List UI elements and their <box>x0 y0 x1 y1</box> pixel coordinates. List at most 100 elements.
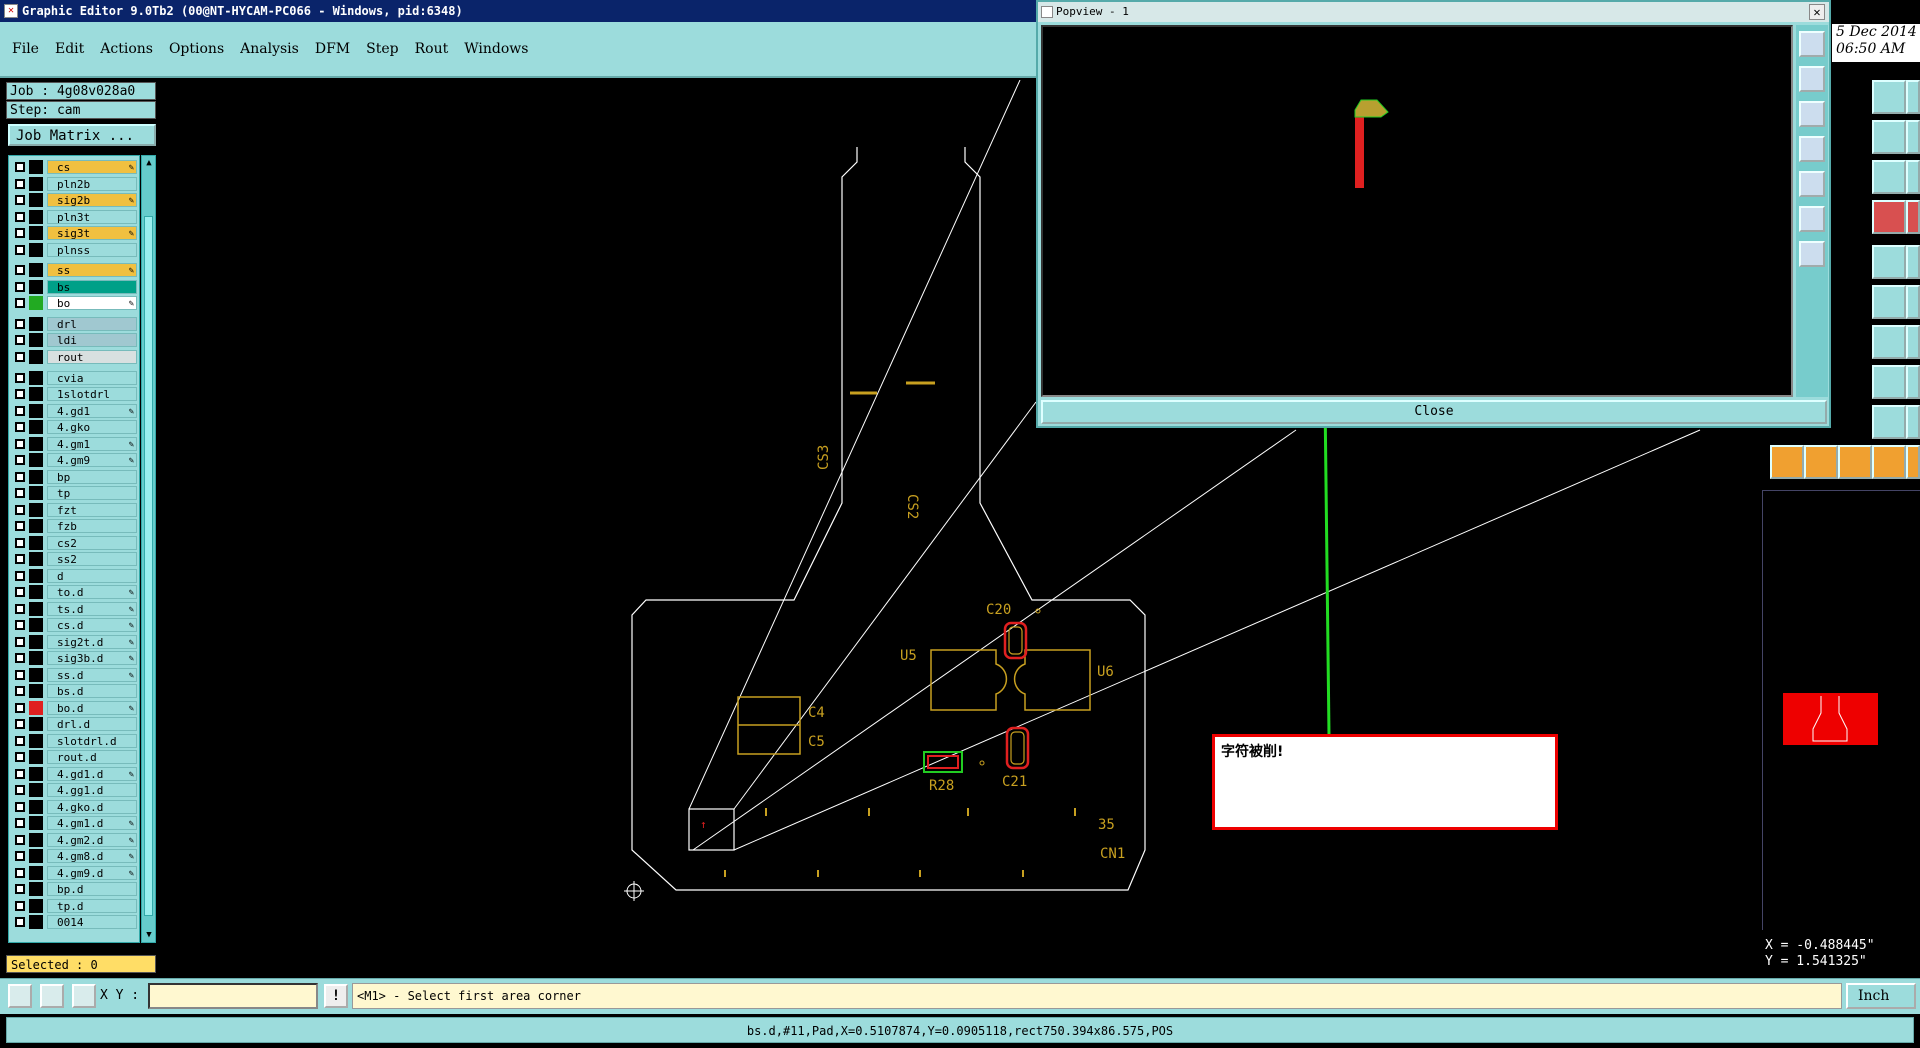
scroll-down-icon[interactable]: ▼ <box>144 930 154 940</box>
menu-file[interactable]: File <box>12 41 39 57</box>
layer-checkbox[interactable] <box>15 653 25 664</box>
layer-color-swatch[interactable] <box>29 387 43 402</box>
layer-list-scrollbar[interactable]: ▲ ▼ <box>141 155 156 943</box>
popview-tool-1-icon[interactable] <box>1799 31 1825 57</box>
layer-checkbox[interactable] <box>15 719 25 730</box>
layer-color-swatch[interactable] <box>29 865 43 880</box>
toolbar-tool-4-icon[interactable] <box>1906 120 1920 154</box>
layer-name[interactable]: sig2t.d ✎ <box>47 634 137 649</box>
layer-row[interactable]: drl <box>11 316 139 331</box>
layer-checkbox[interactable] <box>15 702 25 713</box>
toolbar-tool-10-icon[interactable] <box>1906 245 1920 279</box>
layer-color-swatch[interactable] <box>29 882 43 897</box>
layer-color-swatch[interactable] <box>29 849 43 864</box>
layer-checkbox[interactable] <box>15 620 25 631</box>
layer-color-swatch[interactable] <box>29 799 43 814</box>
layer-checkbox[interactable] <box>15 570 25 581</box>
popview-tool-2-icon[interactable] <box>1799 66 1825 92</box>
layer-row[interactable]: drl.d <box>11 717 139 732</box>
layer-row[interactable]: ss ✎ <box>11 263 139 278</box>
layer-name[interactable]: pln2b <box>47 176 137 191</box>
layer-checkbox[interactable] <box>15 917 25 928</box>
layer-name[interactable]: drl.d <box>47 717 137 732</box>
layer-color-swatch[interactable] <box>29 667 43 682</box>
layer-row[interactable]: 4.gd1 ✎ <box>11 403 139 418</box>
layer-color-swatch[interactable] <box>29 568 43 583</box>
layer-name[interactable]: sig3t ✎ <box>47 226 137 240</box>
layer-name[interactable]: ss ✎ <box>47 263 137 278</box>
layer-row[interactable]: cs ✎ <box>11 160 139 174</box>
layer-name[interactable]: tp.d <box>47 898 137 913</box>
toolbar-tool-23-icon[interactable] <box>1906 445 1920 479</box>
layer-row[interactable]: fzt <box>11 502 139 517</box>
layer-name[interactable]: 4.gm9 ✎ <box>47 453 137 468</box>
layer-checkbox[interactable] <box>15 884 25 895</box>
measure-tool-icon[interactable] <box>40 984 64 1008</box>
layer-name[interactable]: bp.d <box>47 882 137 897</box>
layer-row[interactable]: 4.gm9 ✎ <box>11 453 139 468</box>
layer-name[interactable]: drl <box>47 316 137 331</box>
toolbar-tool-21-icon[interactable] <box>1838 445 1872 479</box>
layer-color-swatch[interactable] <box>29 226 43 240</box>
layer-row[interactable]: fzb <box>11 519 139 534</box>
layer-color-swatch[interactable] <box>29 403 43 418</box>
layer-name[interactable]: tp <box>47 486 137 501</box>
layer-color-swatch[interactable] <box>29 176 43 191</box>
menu-actions[interactable]: Actions <box>100 41 153 57</box>
scroll-up-icon[interactable]: ▲ <box>144 158 154 168</box>
toolbar-tool-6-icon[interactable] <box>1906 160 1920 194</box>
layer-row[interactable]: tp <box>11 486 139 501</box>
layer-row[interactable]: pln2b <box>11 176 139 191</box>
layer-name[interactable]: ts.d ✎ <box>47 601 137 616</box>
popview-close-button[interactable]: Close <box>1041 400 1827 424</box>
layer-checkbox[interactable] <box>15 587 25 598</box>
toolbar-tool-3-icon[interactable] <box>1872 120 1906 154</box>
toolbar-tool-9-icon[interactable] <box>1872 245 1906 279</box>
layer-row[interactable]: 1slotdrl <box>11 387 139 402</box>
layer-color-swatch[interactable] <box>29 634 43 649</box>
layer-checkbox[interactable] <box>15 851 25 862</box>
layer-checkbox[interactable] <box>15 228 25 238</box>
layer-color-swatch[interactable] <box>29 700 43 715</box>
toolbar-tool-18-icon[interactable] <box>1906 405 1920 439</box>
layer-name[interactable]: bp <box>47 469 137 484</box>
layer-row[interactable]: sig2t.d ✎ <box>11 634 139 649</box>
layer-name[interactable]: rout <box>47 349 137 364</box>
layer-checkbox[interactable] <box>15 686 25 697</box>
layer-row[interactable]: pln3t <box>11 209 139 224</box>
layer-checkbox[interactable] <box>15 785 25 796</box>
layer-color-swatch[interactable] <box>29 552 43 567</box>
layer-row[interactable]: bp <box>11 469 139 484</box>
toolbar-tool-2-icon[interactable] <box>1906 80 1920 114</box>
popview-title-bar[interactable]: Popview - 1 <box>1038 2 1829 22</box>
layer-name[interactable]: 4.gg1.d <box>47 783 137 798</box>
layer-row[interactable]: rout <box>11 349 139 364</box>
layer-name[interactable]: ss2 <box>47 552 137 567</box>
layer-color-swatch[interactable] <box>29 816 43 831</box>
layer-row[interactable]: ss.d ✎ <box>11 667 139 682</box>
layer-checkbox[interactable] <box>15 818 25 829</box>
layer-color-swatch[interactable] <box>29 519 43 534</box>
layer-name[interactable]: 4.gko.d <box>47 799 137 814</box>
layer-row[interactable]: plnss <box>11 242 139 257</box>
layer-color-swatch[interactable] <box>29 420 43 435</box>
layer-checkbox[interactable] <box>15 405 25 416</box>
layer-row[interactable]: 4.gko.d <box>11 799 139 814</box>
layer-row[interactable]: 4.gm9.d ✎ <box>11 865 139 880</box>
layer-checkbox[interactable] <box>15 521 25 532</box>
layer-color-swatch[interactable] <box>29 349 43 364</box>
layer-checkbox[interactable] <box>15 422 25 433</box>
layer-name[interactable]: cs2 <box>47 535 137 550</box>
layer-color-swatch[interactable] <box>29 651 43 666</box>
layer-name[interactable]: ldi <box>47 333 137 348</box>
layer-checkbox[interactable] <box>15 504 25 515</box>
layer-color-swatch[interactable] <box>29 263 43 278</box>
popview-window[interactable]: Popview - 1 ✕ Close <box>1036 0 1831 428</box>
menu-edit[interactable]: Edit <box>55 41 84 57</box>
layer-checkbox[interactable] <box>15 801 25 812</box>
layer-row[interactable]: ss2 <box>11 552 139 567</box>
layer-name[interactable]: 4.gko <box>47 420 137 435</box>
menu-step[interactable]: Step <box>366 41 398 57</box>
layer-name[interactable]: cvia <box>47 370 137 385</box>
overview-panel[interactable] <box>1762 490 1920 930</box>
